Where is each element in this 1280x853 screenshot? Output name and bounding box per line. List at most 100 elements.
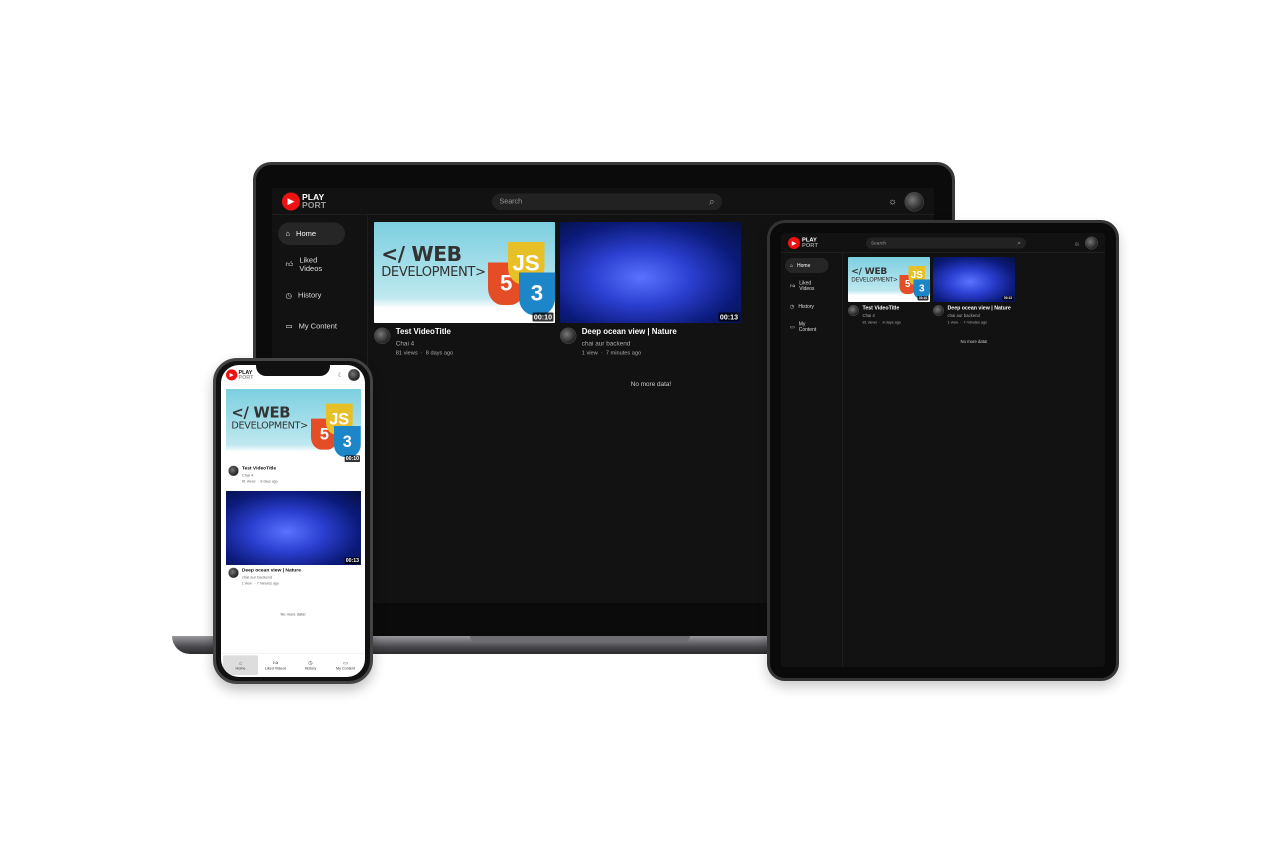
channel-avatar[interactable] [560,327,577,344]
video-title[interactable]: Test VideoTitle [242,466,278,471]
bottom-nav-label: Liked Videos [264,666,287,671]
sun-icon[interactable]: ☼ [888,196,897,208]
css3-logo-icon: 3 [518,272,555,315]
separator: · [417,350,426,356]
header-actions: ☾ [338,365,360,385]
sidebar-item-home[interactable]: ⌂ Home [278,222,346,245]
video-thumbnail[interactable]: 00:13 [226,490,361,565]
user-avatar[interactable] [1085,236,1098,250]
search-input[interactable]: Search ⌕ [866,237,1026,249]
user-avatar[interactable] [904,191,924,212]
play-logo-icon: ▶ [226,369,238,381]
video-title[interactable]: Deep ocean view | Nature [242,568,301,573]
sidebar: ⌂ Home 👍︎ Liked Videos ◷ History ▭ My Content [781,253,843,667]
video-title[interactable]: Test VideoTitle [863,305,901,311]
sidebar-item-home[interactable]: ⌂ Home [785,258,829,273]
channel-avatar[interactable] [228,567,239,578]
video-title[interactable]: Deep ocean view | Nature [582,328,677,337]
video-title[interactable]: Test VideoTitle [396,328,454,337]
logo-bottom: PORT [238,374,254,381]
app-phone: ▶ PLAY PORT ☾ </ WEB DEVELOPMENT> 5 JS 3 00:10 Tes… [221,365,365,677]
sidebar-item-label: Liked Videos [799,280,815,292]
video-thumbnail[interactable]: 00:13 [560,222,741,323]
video-thumbnail[interactable]: </ WEB DEVELOPMENT> 5 JS 3 00:10 [226,389,361,463]
video-info: Deep ocean view | Nature chai aur backend… [242,568,301,586]
video-meta: Deep ocean view | Nature chai aur backend… [933,305,1015,325]
home-icon: ⌂ [285,229,291,239]
home-icon: ⌂ [790,262,794,269]
bottom-nav-label: My Content [335,666,356,671]
app-tablet: ▶ PLAY PORT Search ⌕ ☼ ⌂ Home 👍︎ Liked Videos ◷ His… [781,233,1105,667]
channel-avatar[interactable] [848,305,859,316]
video-card[interactable]: 00:13 Deep ocean view | Nature chai aur ba… [560,222,741,356]
logo-text: PLAY PORT [302,193,326,209]
bottom-nav-history[interactable]: ◷ History [293,655,328,675]
video-card[interactable]: </ WEB DEVELOPMENT> 5 JS 3 00:10 Test VideoTit… [848,257,930,325]
video-meta: Test VideoTitle Chai 4 81 views · 8 days a… [374,327,555,356]
bottom-nav-my-content[interactable]: ▭ My Content [328,655,363,675]
logo[interactable]: ▶ PLAY PORT [788,236,818,249]
search-input[interactable]: Search ⌕ [492,193,722,210]
sun-icon[interactable]: ☼ [1074,239,1080,247]
channel-name[interactable]: Chai 4 [863,313,901,318]
header-actions: ☼ [1074,233,1098,253]
phone-notch [256,364,330,376]
sidebar-item-label: My Content [298,321,337,331]
bottom-nav-home[interactable]: ⌂ Home [223,655,258,675]
separator: · [597,350,606,356]
video-title[interactable]: Deep ocean view | Nature [948,305,1011,311]
bottom-nav: ⌂ Home 👍︎ Liked Videos ◷ History ▭ My Content [221,653,365,677]
channel-avatar[interactable] [374,327,391,344]
video-stats: 81 views · 8 days ago [242,480,278,484]
video-stats: 1 view · 7 minutes ago [948,320,1011,325]
video-meta: Test VideoTitle Chai 4 81 views · 8 days a… [848,305,930,325]
logo-text: PLAY PORT [239,370,254,380]
channel-name[interactable]: chai aur backend [948,313,1011,318]
search-icon[interactable]: ⌕ [709,196,714,208]
moon-icon[interactable]: ☾ [338,372,343,379]
sidebar-item-label: Liked Videos [299,256,323,273]
channel-name[interactable]: Chai 4 [396,340,454,348]
search-icon[interactable]: ⌕ [1017,239,1021,247]
video-card[interactable]: 00:13 Deep ocean view | Nature chai aur ba… [933,257,1015,325]
video-card[interactable]: </ WEB DEVELOPMENT> 5 JS 3 00:10 Test VideoTit… [374,222,555,356]
channel-name[interactable]: Chai 4 [242,473,278,478]
bottom-nav-liked-videos[interactable]: 👍︎ Liked Videos [258,655,293,675]
bottom-nav-label: History [304,666,317,671]
sidebar-item-history[interactable]: ◷ History [785,299,828,314]
logo-text: PLAY PORT [802,237,818,248]
video-grid: </ WEB DEVELOPMENT> 5 JS 3 00:10 Test VideoTit… [848,257,1098,325]
logo[interactable]: ▶ PLAY PORT [226,369,254,381]
video-card[interactable]: 00:13 Deep ocean view | Nature chai aur ba… [226,490,361,586]
upload-age: 7 minutes ago [605,350,642,356]
logo[interactable]: ▶ PLAY PORT [282,192,326,211]
video-stats: 1 view · 7 minutes ago [242,581,301,585]
video-duration: 00:13 [1002,296,1014,301]
thumbs-up-icon: 👍︎ [790,283,796,290]
view-count: 81 views [395,350,418,356]
channel-name[interactable]: chai aur backend [582,340,677,348]
sidebar-item-label: Home [296,229,317,239]
video-thumbnail[interactable]: </ WEB DEVELOPMENT> 5 JS 3 00:10 [374,222,555,323]
css3-logo-icon: 3 [334,426,361,458]
thumbnail-text: </ WEB DEVELOPMENT> [851,267,898,283]
sidebar-item-liked-videos[interactable]: 👍︎ Liked Videos [785,279,828,294]
play-logo-icon: ▶ [788,236,800,249]
sidebar-item-my-content[interactable]: ▭ My Content [785,320,828,335]
sidebar-item-my-content[interactable]: ▭ My Content [278,315,345,338]
video-thumbnail[interactable]: </ WEB DEVELOPMENT> 5 JS 3 00:10 [848,257,930,302]
channel-name[interactable]: chai aur backend [242,575,301,580]
channel-avatar[interactable] [228,465,239,477]
video-info: Test VideoTitle Chai 4 81 views · 8 days a… [242,466,278,484]
video-card[interactable]: </ WEB DEVELOPMENT> 5 JS 3 00:10 Test VideoTit… [226,389,361,484]
history-icon: ◷ [790,303,795,310]
search-placeholder: Search [871,240,887,246]
sidebar-item-history[interactable]: ◷ History [278,284,345,307]
video-thumbnail[interactable]: 00:13 [933,257,1015,302]
upload-age: 8 days ago [425,350,454,356]
channel-avatar[interactable] [933,305,944,316]
upload-age: 7 minutes ago [256,581,279,586]
thumbnail-text-line: </ WEB [231,403,291,421]
sidebar-item-liked-videos[interactable]: 👍︎ Liked Videos [278,253,345,276]
user-avatar[interactable] [347,368,360,382]
